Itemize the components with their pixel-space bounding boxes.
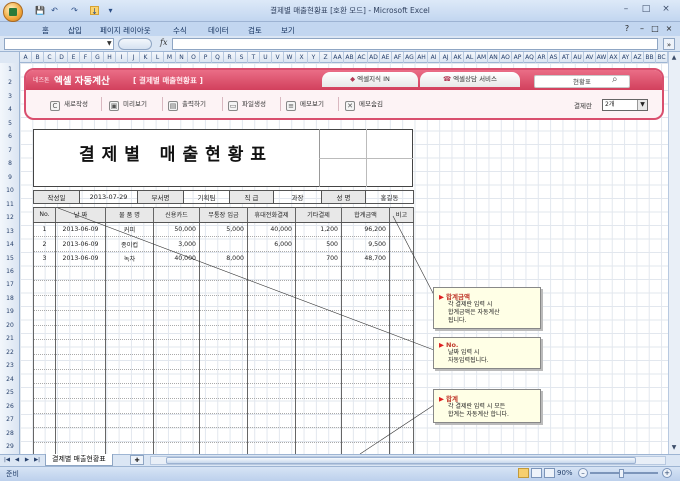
callout-leader-lines bbox=[57, 207, 435, 455]
sheet-tab-active[interactable]: 결제별 매출현황표 bbox=[45, 454, 113, 466]
leader-line bbox=[57, 207, 435, 351]
leader-line bbox=[359, 404, 435, 455]
callout-title: ▶ 합계금액 bbox=[439, 291, 535, 301]
callout-total-amount: ▶ 합계금액 각 결제란 입력 시 합계금액은 자동계산 됩니다. bbox=[433, 287, 541, 329]
callout-title-text: No. bbox=[446, 341, 459, 349]
zoom-slider-thumb[interactable] bbox=[618, 469, 624, 478]
leader-line bbox=[392, 215, 435, 296]
callout-line: 합계금액은 자동계산 bbox=[448, 309, 500, 316]
callout-line: 각 결제란 입력 시 bbox=[448, 301, 493, 308]
callout-line: 됩니다. bbox=[448, 317, 467, 324]
triangle-icon: ▶ bbox=[439, 341, 444, 349]
callout-title-text: 합계 bbox=[446, 395, 458, 403]
zoom-slider[interactable] bbox=[590, 472, 658, 474]
status-ready: 준비 bbox=[6, 470, 19, 478]
prev-sheet-icon[interactable]: ◀ bbox=[13, 455, 21, 465]
zoom-out-icon[interactable]: – bbox=[578, 468, 588, 478]
callout-number: ▶ No. 날짜 입력 시 자동입력됩니다. bbox=[433, 337, 541, 369]
callout-title-text: 합계금액 bbox=[446, 293, 470, 301]
triangle-icon: ▶ bbox=[439, 293, 444, 301]
page-layout-view-icon[interactable] bbox=[531, 468, 542, 478]
normal-view-icon[interactable] bbox=[518, 468, 529, 478]
triangle-icon: ▶ bbox=[439, 395, 444, 403]
horizontal-scroll-thumb[interactable] bbox=[166, 457, 636, 464]
last-sheet-icon[interactable]: ▶| bbox=[33, 455, 41, 465]
next-sheet-icon[interactable]: ▶ bbox=[23, 455, 31, 465]
zoom-level: 90% bbox=[557, 469, 573, 477]
zoom-in-icon[interactable]: + bbox=[662, 468, 672, 478]
callout-sum: ▶ 합계 각 결제란 입력 시 모든 합계는 자동계산 합니다. bbox=[433, 389, 541, 423]
callout-line: 각 결제란 입력 시 모든 bbox=[448, 403, 506, 410]
callout-title: ▶ 합계 bbox=[439, 393, 535, 403]
callout-line: 날짜 입력 시 bbox=[448, 349, 480, 356]
callout-title: ▶ No. bbox=[439, 341, 535, 349]
first-sheet-icon[interactable]: |◀ bbox=[3, 455, 11, 465]
page-break-view-icon[interactable] bbox=[544, 468, 555, 478]
callout-line: 합계는 자동계산 합니다. bbox=[448, 411, 509, 418]
new-sheet-icon[interactable]: ✚ bbox=[130, 455, 144, 465]
callout-line: 자동입력됩니다. bbox=[448, 357, 489, 364]
